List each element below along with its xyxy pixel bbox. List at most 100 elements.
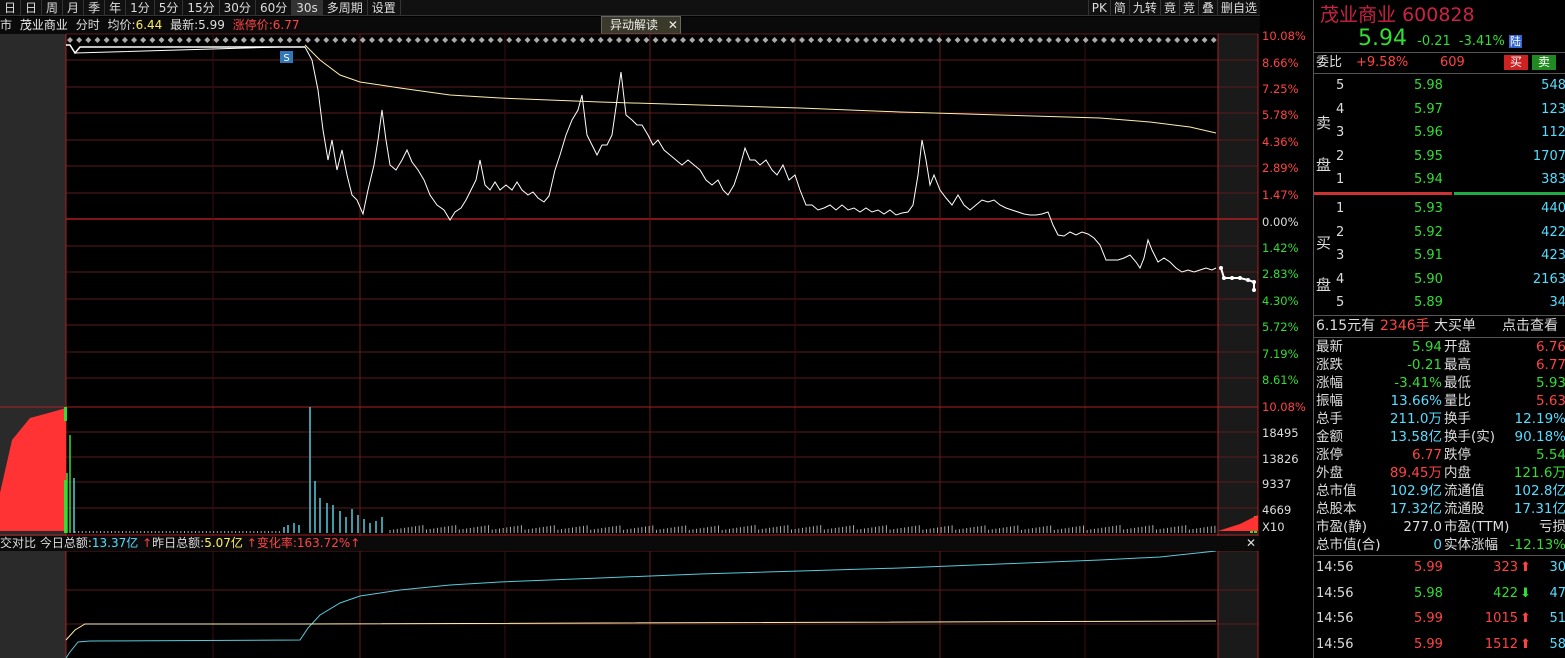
book-volume: 123	[1541, 101, 1565, 117]
price-axis-label: 2.89%	[1262, 161, 1299, 175]
chart-area: S	[0, 33, 1259, 658]
volume-axis-label: 10.08%	[1262, 400, 1306, 414]
stat-value: 13.58亿	[1389, 429, 1442, 445]
signal-diamond	[103, 37, 110, 43]
stat-value: 102.8亿	[1513, 483, 1565, 499]
book-level: 4	[1336, 271, 1345, 287]
big-order-row[interactable]: 6.15元有 2346手 大买单 点击查看	[1314, 317, 1565, 335]
book-level: 2	[1336, 224, 1345, 240]
big-order-price: 6.15元有	[1316, 318, 1376, 334]
stat-label: 实体涨幅	[1444, 537, 1498, 553]
book-volume: 548	[1541, 78, 1565, 93]
close-icon[interactable]: ✕	[1246, 536, 1256, 551]
price-axis-label: 5.78%	[1262, 108, 1299, 122]
signal-diamond	[286, 37, 293, 43]
stat-label: 外盘	[1316, 465, 1343, 481]
signal-diamond	[185, 37, 192, 43]
signal-diamond	[762, 37, 769, 43]
stat-label: 跌停	[1444, 447, 1471, 463]
stat-value: -3.41%	[1394, 375, 1442, 391]
price-axis-label: 10.08%	[1262, 29, 1306, 43]
stat-row: 总股本 17.32亿 流通股 17.31亿	[1314, 500, 1565, 518]
stat-value: 90.18%	[1514, 429, 1565, 445]
stat-label: 开盘	[1444, 339, 1471, 355]
signal-diamond	[1174, 37, 1181, 43]
signal-diamond	[1146, 37, 1153, 43]
signal-markers	[67, 37, 1217, 43]
book-price: 5.90	[1414, 271, 1443, 287]
price-axis-label: 2.83%	[1262, 267, 1299, 281]
signal-diamond	[204, 37, 211, 43]
auction-dot	[1252, 280, 1256, 284]
stat-label: 市盈(静)	[1316, 519, 1368, 535]
amount-compare-bar: 交对比 今日总额:13.37亿 ↑昨日总额:5.07亿 ↑变化率:163.72%…	[0, 536, 1260, 551]
signal-diamond	[121, 37, 128, 43]
tick-time: 14:56	[1316, 611, 1354, 626]
stat-label: 涨停	[1316, 447, 1343, 463]
signal-diamond	[826, 37, 833, 43]
signal-diamond	[954, 37, 961, 43]
sell-button[interactable]: 卖	[1532, 55, 1556, 70]
stat-label: 总股本	[1316, 501, 1357, 517]
stat-row: 涨幅 -3.41% 最低 5.93	[1314, 374, 1565, 392]
signal-diamond	[487, 37, 494, 43]
signal-diamond	[890, 37, 897, 43]
signal-diamond	[1110, 37, 1117, 43]
signal-diamond	[597, 37, 604, 43]
ask-strength-bar	[1314, 192, 1452, 195]
signal-diamond	[1183, 37, 1190, 43]
signal-diamond	[533, 37, 540, 43]
stat-row: 振幅 13.66% 量比 5.63	[1314, 392, 1565, 410]
signal-diamond	[1055, 37, 1062, 43]
book-row: 5 5.89 34	[1314, 294, 1565, 312]
book-volume: 112	[1541, 125, 1565, 140]
quote-panel: 茂业商业 600828 5.94 -0.21 -3.41% 陆 委比 +9.58…	[1313, 0, 1565, 658]
book-price: 5.91	[1414, 248, 1443, 263]
signal-diamond	[927, 37, 934, 43]
signal-diamond	[1046, 37, 1053, 43]
signal-diamond	[1009, 37, 1016, 43]
book-row: 2 5.95 1707	[1314, 148, 1565, 166]
buy-button[interactable]: 买	[1504, 55, 1528, 70]
book-level: 3	[1336, 125, 1345, 140]
stat-label: 最新	[1316, 339, 1343, 355]
stat-row: 总手 211.0万 换手 12.19%	[1314, 410, 1565, 428]
signal-diamond	[295, 37, 302, 43]
signal-diamond	[972, 37, 979, 43]
signal-diamond	[304, 37, 311, 43]
tick-count: 30	[1549, 560, 1565, 575]
signal-diamond	[1018, 37, 1025, 43]
book-row: 4 5.97 123	[1314, 101, 1565, 119]
signal-diamond	[469, 37, 476, 43]
signal-diamond	[817, 37, 824, 43]
signal-diamond	[808, 37, 815, 43]
tick-volume: 1512	[1484, 636, 1518, 652]
view-link[interactable]: 点击查看	[1502, 317, 1558, 335]
signal-diamond	[991, 37, 998, 43]
down-arrow-icon: ⬇	[1520, 585, 1531, 601]
book-level: 3	[1336, 248, 1345, 263]
book-price: 5.89	[1414, 295, 1443, 310]
weibi-label: 委比	[1316, 55, 1343, 70]
signal-diamond	[167, 37, 174, 43]
signal-diamond	[350, 37, 357, 43]
signal-diamond	[936, 37, 943, 43]
signal-diamond	[881, 37, 888, 43]
signal-diamond	[314, 37, 321, 43]
signal-diamond	[195, 37, 202, 43]
price-axis-label: 1.47%	[1262, 188, 1299, 202]
market-tag: 陆	[1509, 35, 1523, 48]
signal-diamond	[1128, 37, 1135, 43]
stat-label: 金额	[1316, 429, 1343, 445]
stat-value: 211.0万	[1389, 411, 1442, 427]
signal-diamond	[716, 37, 723, 43]
signal-diamond	[844, 37, 851, 43]
stat-label: 涨幅	[1316, 375, 1343, 391]
up-arrow-icon: ⬆	[1520, 560, 1531, 575]
tick-price: 5.99	[1414, 611, 1443, 626]
signal-diamond	[268, 37, 275, 43]
signal-diamond	[625, 37, 632, 43]
signal-diamond	[1210, 37, 1217, 43]
signal-diamond	[405, 37, 412, 43]
book-level: 5	[1336, 78, 1345, 93]
